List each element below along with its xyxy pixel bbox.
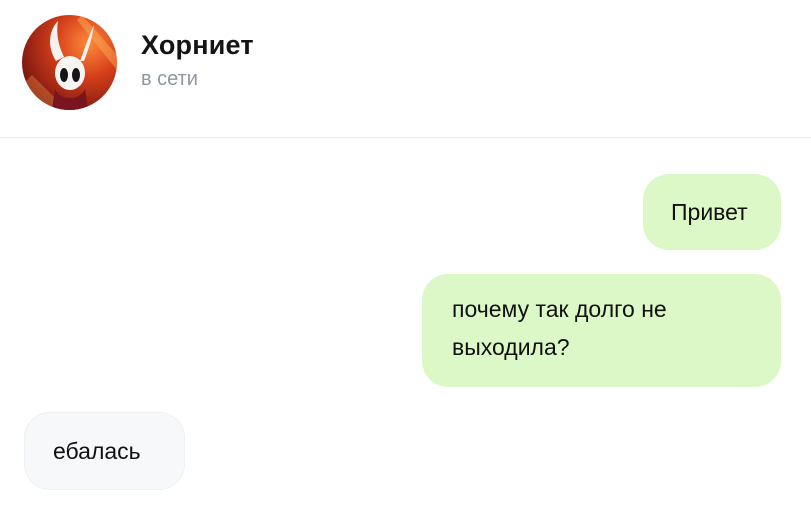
chat-header: Хорниет в сети [0, 0, 811, 138]
message-bubble-outgoing[interactable]: почему так долго не выходила? [422, 274, 781, 387]
contact-status: в сети [141, 68, 198, 90]
message-text: Привет [671, 199, 748, 225]
message-text: ебалась [53, 438, 141, 464]
hornet-avatar-icon [22, 15, 117, 110]
message-bubble-outgoing[interactable]: Привет [643, 174, 781, 250]
contact-name: Хорниет [141, 30, 254, 60]
message-text: почему так долго не выходила? [452, 296, 667, 360]
message-bubble-incoming[interactable]: ебалась [24, 412, 185, 490]
contact-avatar[interactable] [22, 15, 117, 110]
